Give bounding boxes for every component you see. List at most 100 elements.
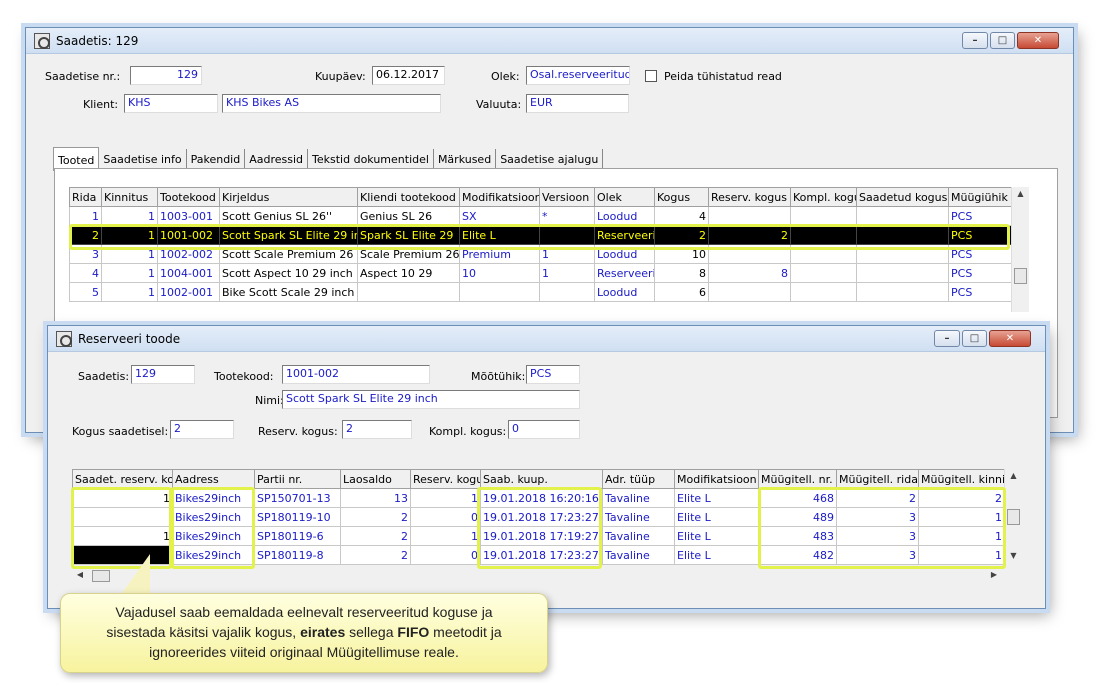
tooted-vscroll[interactable]: ▲ — [1011, 187, 1029, 312]
table-row[interactable]: Bikes29inch SP180119-8 2 0 19.01.2018 17… — [72, 545, 1005, 565]
cell[interactable]: SP180119-6 — [254, 526, 341, 546]
cell[interactable]: Loodud — [594, 282, 655, 302]
cell[interactable]: 1003-001 — [157, 206, 220, 226]
cell[interactable]: Loodud — [594, 244, 655, 264]
saadetise-nr-field[interactable]: 129 — [130, 66, 202, 85]
col-header[interactable]: Kompl. kogus — [790, 187, 857, 207]
cell[interactable]: Scale Premium 26 — [357, 244, 460, 264]
cell[interactable]: Elite L — [674, 545, 759, 565]
cell[interactable]: 19.01.2018 17:23:27 — [480, 545, 603, 565]
scroll-thumb[interactable] — [92, 570, 110, 582]
cell[interactable]: 2 — [654, 225, 709, 245]
scroll-up-icon[interactable]: ▲ — [1012, 189, 1029, 203]
cell[interactable]: 8 — [708, 263, 791, 283]
cell[interactable] — [856, 244, 949, 264]
table-row-selected[interactable]: 2 1 1001-002 Scott Spark SL Elite 29 inc… — [69, 225, 1012, 245]
col-header[interactable]: Müügiühik — [948, 187, 1012, 207]
cell[interactable] — [856, 282, 949, 302]
cell[interactable]: 482 — [758, 545, 837, 565]
reserve-vscroll[interactable]: ▲ ▼ — [1004, 469, 1022, 568]
maximize-button[interactable]: □ — [962, 330, 987, 347]
cell[interactable]: 468 — [758, 488, 837, 508]
cell[interactable]: 489 — [758, 507, 837, 527]
cell[interactable]: 1 — [101, 206, 158, 226]
col-header[interactable]: Modifikatsioon — [674, 469, 759, 489]
klient-code-field[interactable]: KHS — [124, 94, 218, 113]
cell[interactable]: 8 — [654, 263, 709, 283]
cell[interactable]: 3 — [69, 244, 102, 264]
close-button[interactable]: ✕ — [1017, 32, 1059, 49]
cell[interactable]: 3 — [836, 526, 919, 546]
valuuta-field[interactable]: EUR — [526, 94, 629, 113]
cell[interactable]: Aspect 10 29 — [357, 263, 460, 283]
cell[interactable] — [790, 225, 857, 245]
cell[interactable]: SP180119-10 — [254, 507, 341, 527]
cell[interactable]: 19.01.2018 17:19:27 — [480, 526, 603, 546]
cell[interactable]: * — [539, 206, 595, 226]
scroll-thumb[interactable] — [1014, 268, 1027, 284]
cell[interactable]: 483 — [758, 526, 837, 546]
col-header[interactable]: Kliendi tootekood — [357, 187, 460, 207]
table-row[interactable]: 1 1 1003-001 Scott Genius SL 26'' Genius… — [69, 206, 1012, 226]
cell[interactable]: 2 — [340, 545, 411, 565]
cell[interactable]: 6 — [654, 282, 709, 302]
cell[interactable]: 1001-002 — [157, 225, 220, 245]
col-header[interactable]: Aadress — [172, 469, 255, 489]
peida-checkbox[interactable] — [645, 70, 657, 82]
cell[interactable]: 2 — [918, 488, 1005, 508]
cell[interactable]: 1 — [101, 282, 158, 302]
col-header[interactable]: Rida — [69, 187, 102, 207]
cell[interactable]: 1 — [101, 244, 158, 264]
cell[interactable]: 1 — [101, 225, 158, 245]
cell[interactable] — [856, 206, 949, 226]
table-row[interactable]: 4 1 1004-001 Scott Aspect 10 29 inch Asp… — [69, 263, 1012, 283]
cell[interactable]: Tavaline — [602, 507, 675, 527]
kuupaev-field[interactable]: 06.12.2017 — [372, 66, 445, 85]
cell[interactable]: Bikes29inch — [172, 526, 255, 546]
reserve-hscroll[interactable]: ◀ ▶ — [72, 568, 1004, 584]
cell[interactable]: SP180119-8 — [254, 545, 341, 565]
cell[interactable]: Genius SL 26 — [357, 206, 460, 226]
col-header[interactable]: Adr. tüüp — [602, 469, 675, 489]
cell[interactable] — [790, 244, 857, 264]
cell[interactable]: Reserveeritud — [594, 263, 655, 283]
cell[interactable]: SP150701-13 — [254, 488, 341, 508]
cell[interactable]: 1 — [918, 526, 1005, 546]
cell[interactable]: Tavaline — [602, 545, 675, 565]
cell[interactable]: 2 — [708, 225, 791, 245]
cell[interactable] — [790, 206, 857, 226]
cell[interactable]: 2 — [340, 526, 411, 546]
editable-cell[interactable]: 1 — [72, 488, 173, 508]
cell[interactable] — [856, 263, 949, 283]
cell[interactable]: Tavaline — [602, 488, 675, 508]
col-header[interactable]: Kogus — [654, 187, 709, 207]
cell[interactable] — [539, 282, 595, 302]
cell[interactable] — [856, 225, 949, 245]
cell[interactable]: Tavaline — [602, 526, 675, 546]
cell[interactable] — [708, 206, 791, 226]
cell[interactable] — [357, 282, 460, 302]
cell[interactable]: 1 — [918, 545, 1005, 565]
cell[interactable]: 3 — [836, 545, 919, 565]
cell[interactable]: Bikes29inch — [172, 488, 255, 508]
scroll-up-icon[interactable]: ▲ — [1005, 471, 1022, 485]
cell[interactable]: Scott Aspect 10 29 inch — [219, 263, 358, 283]
col-header[interactable]: Laosaldo — [340, 469, 411, 489]
table-row[interactable]: Bikes29inch SP180119-10 2 0 19.01.2018 1… — [72, 507, 1005, 527]
col-header[interactable]: Müügitell. kinnitus — [918, 469, 1005, 489]
cell[interactable]: Bike Scott Scale 29 inch — [219, 282, 358, 302]
cell[interactable] — [459, 282, 540, 302]
scroll-right-icon[interactable]: ▶ — [988, 570, 1000, 584]
table-row[interactable]: 3 1 1002-002 Scott Scale Premium 26 inch… — [69, 244, 1012, 264]
col-header[interactable]: Saadetud kogus — [856, 187, 949, 207]
col-header[interactable]: Partii nr. — [254, 469, 341, 489]
cell[interactable]: 3 — [836, 507, 919, 527]
col-header[interactable]: Modifikatsioon — [459, 187, 540, 207]
cell[interactable]: 10 — [654, 244, 709, 264]
col-header[interactable]: Müügitell. nr. — [758, 469, 837, 489]
cell[interactable]: Bikes29inch — [172, 545, 255, 565]
cell[interactable]: 1 — [918, 507, 1005, 527]
col-header[interactable]: Reserv. kogus — [708, 187, 791, 207]
minimize-button[interactable]: – — [934, 330, 960, 347]
cell[interactable] — [790, 263, 857, 283]
